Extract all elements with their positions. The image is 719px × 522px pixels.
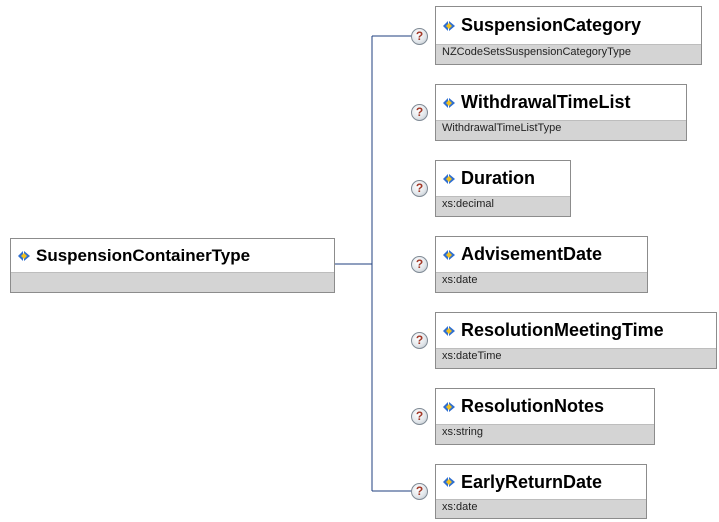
element-name: ResolutionMeetingTime — [461, 320, 664, 340]
optional-marker-icon: ? — [411, 408, 428, 425]
element-header: EarlyReturnDate — [436, 465, 646, 500]
element-header: AdvisementDate — [436, 237, 647, 273]
optional-marker-icon: ? — [411, 28, 428, 45]
element-type: xs:string — [442, 426, 483, 438]
element-diamond-icon — [443, 401, 455, 412]
root-type-name: SuspensionContainerType — [36, 245, 251, 265]
element-header: ResolutionNotes — [436, 389, 654, 425]
element-box-resolution-meeting-time[interactable]: ResolutionMeetingTime xs:dateTime — [435, 312, 717, 369]
root-type-header: SuspensionContainerType — [11, 239, 334, 273]
element-name: Duration — [461, 168, 535, 188]
element-diamond-icon — [18, 250, 30, 261]
element-box-suspension-category[interactable]: SuspensionCategory NZCodeSetsSuspensionC… — [435, 6, 702, 65]
element-diamond-icon — [443, 325, 455, 336]
element-type: xs:dateTime — [442, 350, 502, 362]
optional-marker-icon: ? — [411, 332, 428, 349]
element-name: WithdrawalTimeList — [461, 92, 631, 112]
element-type: xs:date — [442, 501, 478, 513]
element-header: Duration — [436, 161, 570, 197]
element-type: xs:decimal — [442, 198, 494, 210]
optional-marker-icon: ? — [411, 256, 428, 273]
element-box-advisement-date[interactable]: AdvisementDate xs:date — [435, 236, 648, 293]
element-name: ResolutionNotes — [461, 396, 605, 416]
element-diamond-icon — [443, 97, 455, 108]
element-box-early-return-date[interactable]: EarlyReturnDate xs:date — [435, 464, 647, 519]
element-header: ResolutionMeetingTime — [436, 313, 716, 349]
optional-marker-icon: ? — [411, 483, 428, 500]
element-name: AdvisementDate — [461, 244, 603, 264]
optional-marker-icon: ? — [411, 180, 428, 197]
element-box-withdrawal-time-list[interactable]: WithdrawalTimeList WithdrawalTimeListTyp… — [435, 84, 687, 141]
element-name: SuspensionCategory — [461, 15, 642, 35]
element-header: WithdrawalTimeList — [436, 85, 686, 121]
element-diamond-icon — [443, 173, 455, 184]
element-name: EarlyReturnDate — [461, 471, 603, 492]
root-type-type — [11, 273, 334, 274]
element-header: SuspensionCategory — [436, 7, 701, 45]
element-box-duration[interactable]: Duration xs:decimal — [435, 160, 571, 217]
element-diamond-icon — [443, 249, 455, 260]
optional-marker-icon: ? — [411, 104, 428, 121]
element-type: xs:date — [442, 274, 478, 286]
root-type-box[interactable]: SuspensionContainerType — [10, 238, 335, 293]
element-diamond-icon — [443, 477, 455, 487]
element-box-resolution-notes[interactable]: ResolutionNotes xs:string — [435, 388, 655, 445]
element-type: WithdrawalTimeListType — [442, 122, 562, 134]
element-type: NZCodeSetsSuspensionCategoryType — [442, 46, 631, 58]
element-diamond-icon — [443, 20, 455, 31]
